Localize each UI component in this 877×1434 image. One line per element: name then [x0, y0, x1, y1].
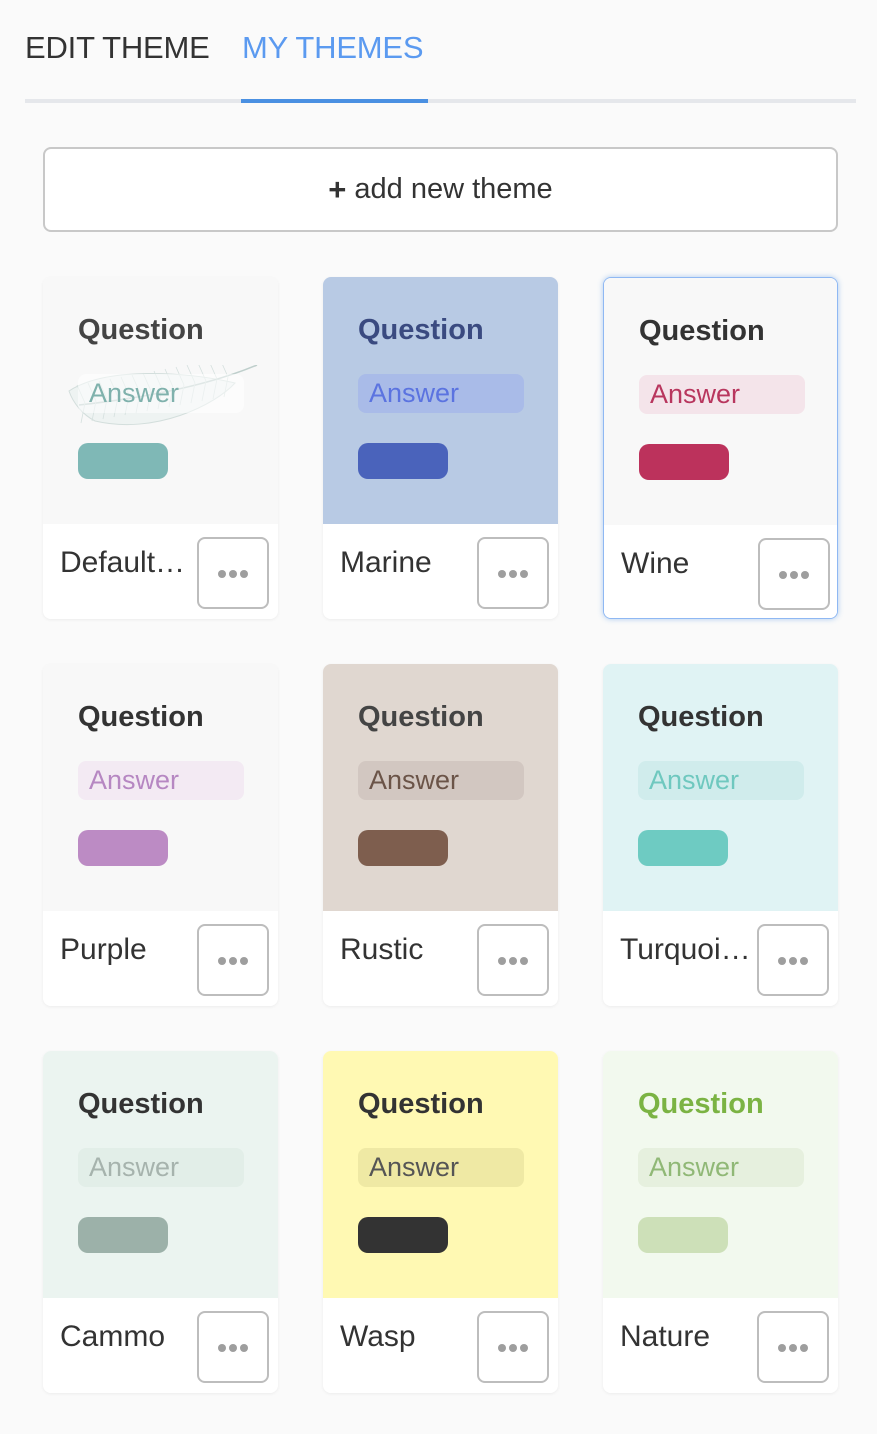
question-preview-text: Question	[358, 314, 484, 346]
plus-icon: +	[328, 171, 347, 207]
answer-preview-chip: Answer	[638, 761, 804, 800]
theme-card-footer: Default…	[43, 524, 278, 619]
theme-options-button[interactable]	[758, 538, 830, 610]
tab-edit-theme[interactable]: EDIT THEME	[25, 30, 210, 66]
theme-card[interactable]: Question Answer Wasp	[323, 1051, 558, 1393]
theme-preview: Question Answer	[323, 664, 558, 911]
button-preview-pill	[358, 443, 448, 479]
theme-options-button[interactable]	[477, 1311, 549, 1383]
add-new-theme-label: add new theme	[354, 173, 553, 205]
answer-preview-chip: Answer	[639, 375, 805, 414]
theme-card[interactable]: Question Answer Rustic	[323, 664, 558, 1006]
theme-preview: Question Answer	[323, 1051, 558, 1298]
theme-preview: Question Answer	[43, 277, 278, 524]
question-preview-text: Question	[358, 1088, 484, 1120]
question-preview-text: Question	[78, 314, 204, 346]
theme-card[interactable]: Question Answer Wine	[603, 277, 838, 619]
theme-preview: Question Answer	[43, 664, 278, 911]
more-horizontal-icon	[218, 957, 248, 965]
theme-card[interactable]: Question Answer Purple	[43, 664, 278, 1006]
theme-card-footer: Cammo	[43, 1298, 278, 1393]
more-horizontal-icon	[778, 957, 808, 965]
theme-card-footer: Marine	[323, 524, 558, 619]
theme-options-button[interactable]	[757, 924, 829, 996]
theme-name: Wine	[621, 547, 690, 580]
answer-preview-chip: Answer	[638, 1148, 804, 1187]
theme-preview: Question Answer	[604, 278, 837, 525]
button-preview-pill	[639, 444, 729, 480]
answer-preview-chip: Answer	[78, 1148, 244, 1187]
theme-card[interactable]: Question Answer Turquoi…	[603, 664, 838, 1006]
button-preview-pill	[78, 1217, 168, 1253]
theme-name: Cammo	[60, 1320, 166, 1353]
question-preview-text: Question	[358, 701, 484, 733]
more-horizontal-icon	[498, 570, 528, 578]
theme-options-button[interactable]	[197, 537, 269, 609]
theme-name: Default…	[60, 546, 186, 579]
theme-card[interactable]: Question Answer Nature	[603, 1051, 838, 1393]
button-preview-pill	[358, 1217, 448, 1253]
theme-card[interactable]: Question Answer Default…	[43, 277, 278, 619]
theme-name: Purple	[60, 933, 147, 966]
theme-preview: Question Answer	[43, 1051, 278, 1298]
theme-card-footer: Rustic	[323, 911, 558, 1006]
answer-preview-chip: Answer	[78, 374, 244, 413]
more-horizontal-icon	[218, 570, 248, 578]
more-horizontal-icon	[218, 1344, 248, 1352]
button-preview-pill	[78, 830, 168, 866]
theme-card[interactable]: Question Answer Cammo	[43, 1051, 278, 1393]
theme-name: Rustic	[340, 933, 424, 966]
theme-card[interactable]: Question Answer Marine	[323, 277, 558, 619]
tab-my-themes[interactable]: MY THEMES	[242, 30, 424, 66]
theme-name: Turquoi…	[620, 933, 751, 966]
theme-card-footer: Nature	[603, 1298, 838, 1393]
button-preview-pill	[358, 830, 448, 866]
theme-card-footer: Wasp	[323, 1298, 558, 1393]
theme-preview: Question Answer	[323, 277, 558, 524]
answer-preview-chip: Answer	[78, 761, 244, 800]
theme-preview: Question Answer	[603, 664, 838, 911]
theme-options-button[interactable]	[197, 1311, 269, 1383]
answer-preview-chip: Answer	[358, 761, 524, 800]
question-preview-text: Question	[638, 1088, 764, 1120]
theme-name: Nature	[620, 1320, 711, 1353]
more-horizontal-icon	[778, 1344, 808, 1352]
theme-name: Marine	[340, 546, 432, 579]
theme-card-footer: Turquoi…	[603, 911, 838, 1006]
active-tab-indicator	[241, 99, 428, 103]
add-new-theme-button[interactable]: + add new theme	[43, 147, 838, 232]
theme-options-button[interactable]	[197, 924, 269, 996]
button-preview-pill	[78, 443, 168, 479]
theme-options-button[interactable]	[477, 537, 549, 609]
theme-tabs: EDIT THEME MY THEMES	[25, 0, 856, 103]
theme-name: Wasp	[340, 1320, 416, 1353]
theme-card-footer: Wine	[604, 525, 837, 618]
more-horizontal-icon	[498, 957, 528, 965]
more-horizontal-icon	[498, 1344, 528, 1352]
question-preview-text: Question	[78, 701, 204, 733]
theme-options-button[interactable]	[757, 1311, 829, 1383]
button-preview-pill	[638, 830, 728, 866]
question-preview-text: Question	[639, 315, 765, 347]
button-preview-pill	[638, 1217, 728, 1253]
theme-card-footer: Purple	[43, 911, 278, 1006]
theme-options-button[interactable]	[477, 924, 549, 996]
answer-preview-chip: Answer	[358, 374, 524, 413]
more-horizontal-icon	[779, 571, 809, 579]
question-preview-text: Question	[638, 701, 764, 733]
theme-preview: Question Answer	[603, 1051, 838, 1298]
question-preview-text: Question	[78, 1088, 204, 1120]
answer-preview-chip: Answer	[358, 1148, 524, 1187]
